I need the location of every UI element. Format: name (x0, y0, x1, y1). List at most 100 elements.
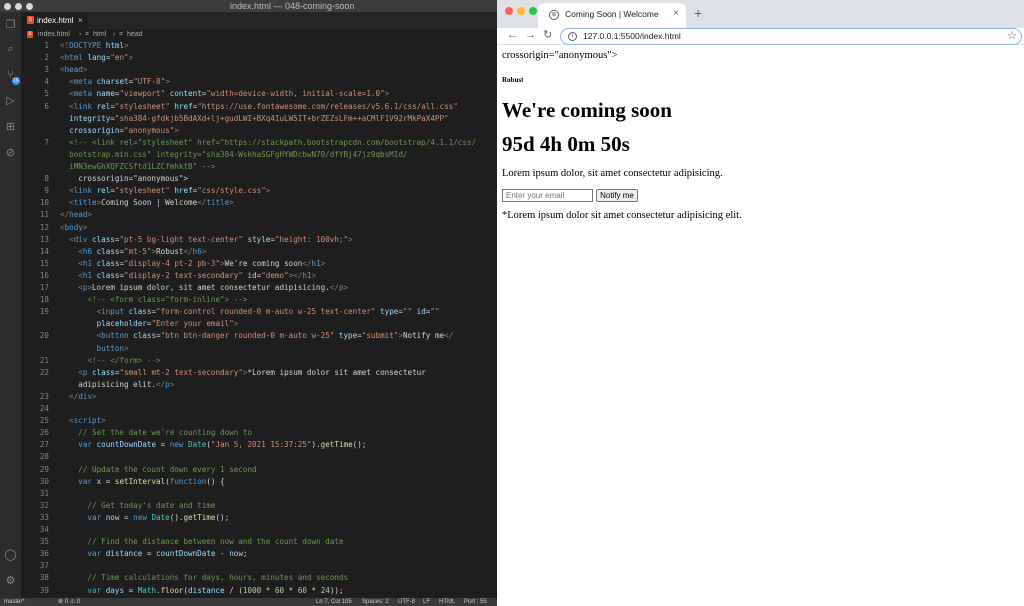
url-text[interactable]: 127.0.0.1:5500/index.html (583, 29, 681, 44)
code-line[interactable]: var days = Math.floor(distance / (1000 *… (60, 585, 343, 597)
breadcrumb-item[interactable]: head (127, 29, 143, 40)
minimize-window-button[interactable] (15, 3, 22, 10)
back-button[interactable]: ← (507, 28, 518, 43)
code-token: </ (183, 246, 193, 256)
language-indicator[interactable]: HTML (439, 598, 455, 606)
line-number: 1 (44, 41, 49, 50)
encoding-indicator[interactable]: UTF-8 (398, 598, 415, 606)
maximize-window-button[interactable] (26, 3, 33, 10)
code-line[interactable]: integrity="sha384-gfdkjb5BdAXd+lj+gudLWI… (60, 113, 448, 125)
line-number: 19 (39, 307, 49, 317)
code-line[interactable]: iMN3ewGhXQFZCSftd1LZCfmhktB" --> (60, 161, 215, 173)
code-line[interactable]: <p>Lorem ipsum dolor, sit amet consectet… (60, 282, 348, 294)
code-line[interactable]: adipisicing elit.</p> (60, 379, 174, 391)
code-token: </ (444, 331, 454, 341)
code-line[interactable]: <h1 class="display-4 pt-2 pb-3">We're co… (60, 258, 325, 270)
info-icon[interactable]: i (568, 32, 577, 41)
code-line[interactable]: <!DOCTYPE html> (60, 40, 129, 52)
code-line[interactable]: <button class="btn btn-danger rounded-0 … (60, 330, 454, 342)
remote-icon[interactable]: ⊘ (3, 146, 18, 161)
code-line[interactable]: <script> (60, 415, 106, 427)
code-token: Lorem ipsum dolor, sit amet consectetur … (92, 283, 330, 292)
code-line[interactable]: </div> (60, 391, 96, 403)
minimize-window-button[interactable] (517, 7, 525, 15)
star-icon[interactable]: ☆ (1007, 29, 1017, 44)
code-line[interactable]: // Set the date we're counting down to (60, 427, 252, 439)
code-line[interactable]: var now = new Date().getTime(); (60, 512, 229, 524)
code-line[interactable]: crossorigin="anonymous"> (60, 173, 188, 185)
tab-close-icon[interactable]: × (78, 12, 83, 29)
maximize-window-button[interactable] (529, 7, 537, 15)
code-line[interactable]: <title>Coming Soon | Welcome</title> (60, 197, 234, 209)
code-line[interactable]: <meta charset="UTF-8"> (60, 76, 170, 88)
code-token: // Find the distance between now and the… (60, 537, 344, 547)
cursor-position[interactable]: Ln 7, Col 105 (316, 598, 352, 606)
code-line[interactable]: <!-- <link rel="stylesheet" href="https:… (60, 137, 476, 149)
code-line[interactable]: <meta name="viewport" content="width=dev… (60, 88, 389, 100)
code-line[interactable]: <link rel="stylesheet" href="css/style.c… (60, 185, 270, 197)
code-line[interactable]: // Time calculations for days, hours, mi… (60, 572, 348, 584)
breadcrumb-item[interactable]: index.html (38, 29, 70, 40)
code-area[interactable]: 1 <!DOCTYPE html> 2 <html lang="en"> 3 <head>… (21, 40, 497, 597)
code-token: "Jan 5, 2021 15:37:25" (210, 440, 312, 450)
code-token: (); (215, 512, 230, 522)
code-line[interactable]: <p class="small mt-2 text-secondary">*Lo… (60, 367, 426, 379)
code-line[interactable]: crossorigin="anonymous"> (60, 125, 179, 137)
breadcrumb-item[interactable]: html (93, 29, 106, 40)
code-line[interactable]: <head> (60, 64, 87, 76)
code-line[interactable]: var x = setInterval(function() { (60, 476, 224, 488)
code-token: x (92, 476, 102, 486)
indentation-indicator[interactable]: Spaces: 2 (362, 598, 389, 606)
browser-tab-title: Coming Soon | Welcome (565, 9, 659, 19)
code-line[interactable]: <html lang="en"> (60, 52, 133, 64)
branch-indicator[interactable]: master* (4, 598, 25, 606)
reload-button[interactable]: ↻ (543, 28, 552, 43)
code-line[interactable]: <h1 class="display-2 text-secondary" id=… (60, 270, 316, 282)
account-icon[interactable]: ◯ (3, 548, 18, 563)
code-line[interactable]: bootstrap.min.css" integrity="sha384-Wsk… (60, 149, 407, 161)
extensions-icon[interactable]: ⊞ (3, 120, 18, 135)
run-icon[interactable]: ▷ (3, 94, 18, 109)
settings-gear-icon[interactable]: ⚙ (3, 574, 18, 589)
code-line[interactable]: <body> (60, 222, 87, 234)
code-line[interactable]: <div class="pt-5 bg-light text-center" s… (60, 234, 353, 246)
search-icon[interactable]: ⌕ (3, 42, 18, 57)
code-line[interactable]: <h6 class="mt-5">Robust</h6> (60, 246, 206, 258)
code-token: div (78, 391, 93, 401)
line-number: 32 (39, 500, 49, 510)
browser-tab[interactable]: ⊕ Coming Soon | Welcome × (538, 3, 686, 28)
address-bar[interactable]: i 127.0.0.1:5500/index.html ☆ (560, 28, 1022, 45)
code-line[interactable]: <!-- <form class="form-inline"> --> (60, 294, 247, 306)
close-window-button[interactable] (505, 7, 513, 15)
code-line[interactable]: </head> (60, 209, 92, 221)
code-token: > (87, 210, 93, 220)
notify-me-button[interactable]: Notify me (596, 189, 638, 202)
source-control-icon[interactable]: ⑂ 16 (3, 68, 20, 85)
code-line[interactable]: // Find the distance between now and the… (60, 536, 343, 548)
code-line[interactable]: placeholder="Enter your email"> (60, 318, 239, 330)
code-line[interactable]: var countDownDate = new Date("Jan 5, 202… (60, 439, 366, 451)
email-input[interactable]: Enter your email (502, 189, 593, 202)
code-line[interactable]: button> (60, 343, 129, 355)
code-token: new (133, 512, 147, 522)
code-token: class (92, 258, 120, 268)
code-token: type (334, 331, 358, 341)
code-line[interactable]: var distance = countDownDate - now; (60, 548, 247, 560)
explorer-icon[interactable]: ❐ (3, 18, 18, 33)
problems-indicator[interactable]: ⊗ 0 ⚠ 0 (58, 598, 80, 606)
new-tab-button[interactable]: + (694, 4, 702, 22)
close-window-button[interactable] (4, 3, 11, 10)
code-line[interactable]: // Get today's date and time (60, 500, 215, 512)
code-line[interactable]: <link rel="stylesheet" href="https://use… (60, 101, 458, 113)
live-server-port[interactable]: Port : 55 (464, 598, 487, 606)
forward-button[interactable]: → (525, 28, 536, 43)
tab-index-html[interactable]: 5 index.html × (21, 12, 89, 29)
html-file-icon: 5 (27, 31, 33, 38)
code-line[interactable]: <!-- </form> --> (60, 355, 160, 367)
code-line[interactable]: // Update the count down every 1 second (60, 464, 256, 476)
code-token: </ (302, 258, 312, 268)
line-number: 35 (39, 537, 49, 547)
eol-indicator[interactable]: LF (423, 598, 430, 606)
code-line[interactable]: <input class="form-control rounded-0 m-a… (60, 306, 440, 318)
close-icon[interactable]: × (673, 3, 679, 25)
